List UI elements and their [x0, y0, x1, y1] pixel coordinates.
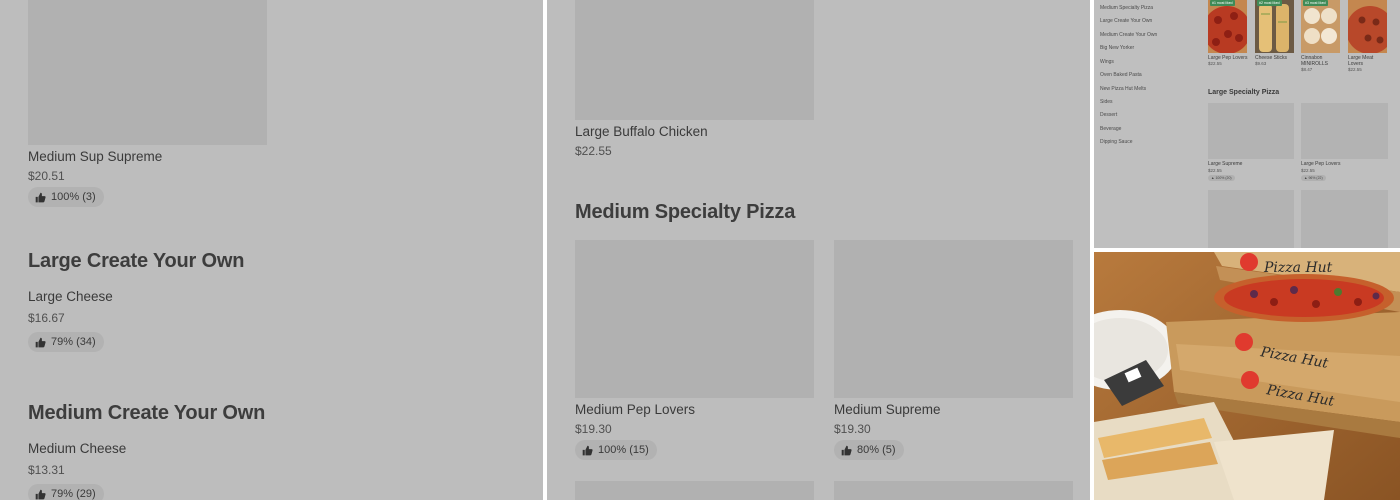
menu-panel-left: Medium Sup Supreme $20.51 100% (3) Large… — [0, 0, 543, 500]
item-price: $22.55 — [1208, 168, 1222, 173]
section-title-medium-specialty-pizza: Medium Specialty Pizza — [575, 201, 796, 223]
cinnamon-rolls-photo — [1301, 0, 1340, 53]
thumbs-up-icon — [35, 337, 46, 347]
pizza-photo — [1208, 0, 1247, 53]
section-title-medium-create-your-own: Medium Create Your Own — [28, 402, 266, 424]
item-price: $20.51 — [28, 169, 65, 183]
item-price: $22.55 — [575, 144, 612, 158]
thumb-price: $22.55 — [1208, 61, 1222, 66]
thumb-price: $8.47 — [1301, 67, 1313, 72]
most-liked-tag: #2 most liked — [1257, 0, 1282, 6]
cinnabon-thumbnail[interactable]: #3 most liked — [1301, 0, 1340, 53]
buffalo-chicken-image-placeholder[interactable] — [575, 0, 814, 120]
rating-text: 100% (20) — [1215, 176, 1232, 180]
rating-text: 79% (34) — [51, 336, 96, 348]
cheese-sticks-thumbnail[interactable]: #2 most liked — [1255, 0, 1294, 53]
pizza-hut-boxes-illustration: Pizza Hut Pizza Hut Pizza Hut — [1094, 252, 1400, 500]
rating-badge: 79% (29) — [28, 484, 104, 500]
item-name[interactable]: Large Supreme — [1208, 161, 1242, 167]
large-pep-lovers-image-placeholder[interactable] — [1301, 103, 1388, 159]
pizza-box-photo: Pizza Hut Pizza Hut Pizza Hut — [1094, 252, 1400, 500]
next-item-image-placeholder[interactable] — [1208, 190, 1294, 248]
rating-badge: 79% (34) — [28, 332, 104, 352]
thumb-name[interactable]: Cinnabon MINIROLLS — [1301, 55, 1339, 67]
rating-badge: 80% (5) — [834, 440, 904, 460]
item-name[interactable]: Medium Pep Lovers — [575, 402, 695, 417]
pep-lovers-image-placeholder[interactable] — [575, 240, 814, 398]
rating-badge: 100% (3) — [28, 187, 104, 207]
sidebar-item-sides[interactable]: Sides — [1100, 99, 1113, 105]
rating-text: 79% (29) — [51, 488, 96, 500]
sidebar-item-beverage[interactable]: Beverage — [1100, 126, 1121, 132]
sidebar-item-dessert[interactable]: Dessert — [1100, 112, 1117, 118]
sidebar-item-medium-specialty[interactable]: Medium Specialty Pizza — [1100, 5, 1153, 11]
item-name[interactable]: Medium Cheese — [28, 441, 126, 456]
menu-panel-middle: Large Buffalo Chicken $22.55 Medium Spec… — [547, 0, 1090, 500]
cheese-sticks-photo — [1255, 0, 1294, 53]
supreme-image-placeholder[interactable] — [834, 240, 1073, 398]
most-liked-tag: #1 most liked — [1210, 0, 1235, 6]
most-liked-tag: #3 most liked — [1303, 0, 1328, 6]
item-name[interactable]: Large Cheese — [28, 289, 113, 304]
thumbs-up-icon — [582, 445, 593, 455]
sidebar-item-pasta[interactable]: Oven Baked Pasta — [1100, 72, 1142, 78]
menu-page-overview: Medium Specialty Pizza Large Create Your… — [1094, 0, 1400, 248]
item-price: $22.55 — [1301, 168, 1315, 173]
item-price: $13.31 — [28, 463, 65, 477]
thumbs-up-icon — [35, 192, 46, 202]
next-item-image-placeholder[interactable] — [1301, 190, 1388, 248]
rating-badge: 100% (15) — [575, 440, 657, 460]
sidebar-item-dipping-sauce[interactable]: Dipping Sauce — [1100, 139, 1133, 145]
sidebar-item-melts[interactable]: New Pizza Hut Melts — [1100, 86, 1146, 92]
rating-text: 100% (15) — [598, 444, 649, 456]
pep-lovers-thumbnail[interactable]: #1 most liked — [1208, 0, 1247, 53]
section-title-large-create-your-own: Large Create Your Own — [28, 250, 245, 272]
item-name[interactable]: Large Buffalo Chicken — [575, 124, 708, 139]
item-name[interactable]: Medium Supreme — [834, 402, 941, 417]
rating-badge: ▲ 96% (22) — [1301, 175, 1326, 181]
item-price: $19.30 — [575, 422, 612, 436]
item-price: $19.30 — [834, 422, 871, 436]
thumb-price: $9.63 — [1255, 61, 1267, 66]
thumbs-up-icon — [35, 489, 46, 499]
large-supreme-image-placeholder[interactable] — [1208, 103, 1294, 159]
thumb-price: $22.55 — [1348, 67, 1362, 72]
brand-text: Pizza Hut — [1263, 260, 1333, 276]
sidebar-item-big-new-yorker[interactable]: Big New Yorker — [1100, 45, 1134, 51]
section-title-large-specialty-pizza: Large Specialty Pizza — [1208, 89, 1280, 96]
meat-lovers-thumbnail[interactable] — [1348, 0, 1387, 53]
thumb-name[interactable]: Large Meat Lovers — [1348, 55, 1384, 67]
item-name[interactable]: Large Pep Lovers — [1301, 161, 1340, 167]
rating-text: 96% (22) — [1308, 176, 1323, 180]
rating-badge: ▲ 100% (20) — [1208, 175, 1235, 181]
thumbs-up-icon — [841, 445, 852, 455]
pizza-photo — [1348, 0, 1387, 53]
next-item-image-placeholder[interactable] — [575, 481, 814, 500]
sidebar-item-large-cyo[interactable]: Large Create Your Own — [1100, 18, 1152, 24]
sup-supreme-image-placeholder[interactable] — [28, 0, 267, 145]
item-name[interactable]: Medium Sup Supreme — [28, 149, 162, 164]
sidebar-item-medium-cyo[interactable]: Medium Create Your Own — [1100, 32, 1157, 38]
rating-text: 100% (3) — [51, 191, 96, 203]
photo-collage: Medium Sup Supreme $20.51 100% (3) Large… — [0, 0, 1400, 500]
item-price: $16.67 — [28, 311, 65, 325]
sidebar-item-wings[interactable]: Wings — [1100, 59, 1114, 65]
rating-text: 80% (5) — [857, 444, 896, 456]
next-item-image-placeholder[interactable] — [834, 481, 1073, 500]
